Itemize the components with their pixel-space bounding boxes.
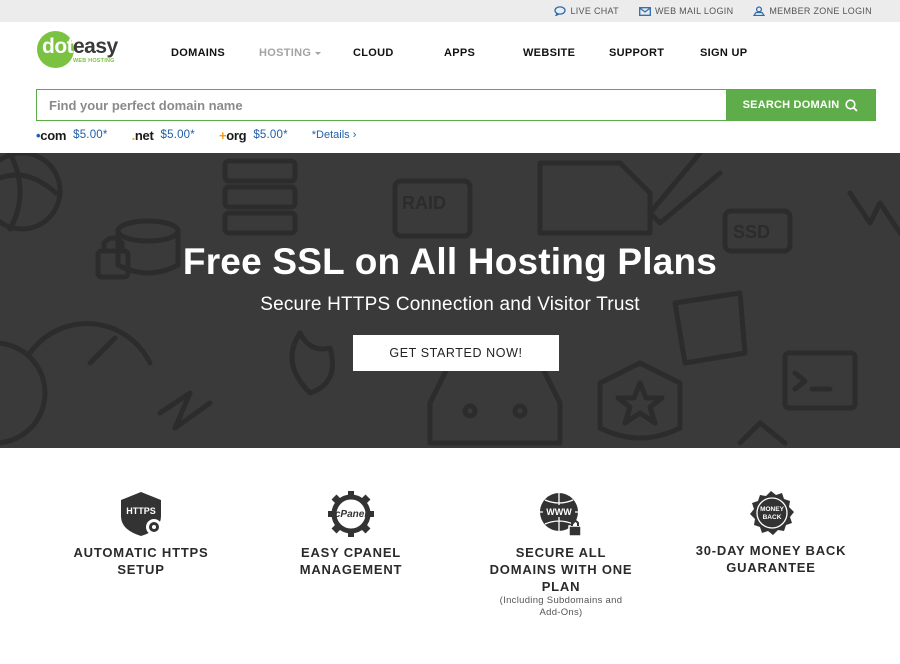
tld-org-name: +org — [219, 127, 247, 143]
feature-title-line: EASY CPANEL — [300, 545, 402, 560]
pricing-details-link[interactable]: *Details › — [312, 129, 357, 141]
money-back-badge-icon: MONEY BACK — [750, 491, 794, 535]
nav-cloud[interactable]: CLOUD — [353, 47, 394, 59]
user-icon — [753, 6, 766, 16]
https-shield-icon: HTTPS — [121, 492, 162, 536]
feature-note-line: (Including Subdomains and — [499, 595, 623, 606]
tld-com-label: com — [40, 127, 67, 143]
feature-money-back-title: 30-DAY MONEY BACK GUARANTEE — [686, 542, 856, 576]
feature-title-line: SECURE ALL — [515, 545, 607, 560]
domain-search-input[interactable] — [37, 90, 726, 120]
svg-text:SSD: SSD — [733, 222, 770, 242]
cpanel-gear-icon: cPanel — [328, 491, 374, 537]
nav-support[interactable]: SUPPORT — [609, 47, 664, 59]
feature-money-back: MONEY BACK 30-DAY MONEY BACK GUARANTEE — [686, 490, 856, 576]
tld-org-label: org — [226, 127, 247, 143]
feature-secure-all-domains-title: SECURE ALL DOMAINS WITH ONE PLAN — [481, 544, 641, 595]
hero-title: Free SSL on All Hosting Plans — [182, 241, 718, 282]
cpanel-badge-text: cPanel — [335, 509, 367, 520]
tld-net-label: net — [134, 127, 154, 143]
features-section: HTTPS AUTOMATIC HTTPS SETUP cPanel EASY … — [0, 448, 900, 664]
nav-hosting-label: HOSTING — [259, 47, 312, 59]
search-domain-label: SEARCH DOMAIN — [742, 99, 840, 111]
chat-icon — [554, 6, 567, 16]
nav-apps[interactable]: APPS — [444, 47, 475, 59]
feature-title-line: AUTOMATIC HTTPS — [73, 545, 209, 560]
nav-sign-up[interactable]: SIGN UP — [700, 47, 747, 59]
tld-price-list: •com $5.00* .net $5.00* +org $5.00* *Det… — [36, 128, 357, 143]
member-zone-login-link[interactable]: MEMBER ZONE LOGIN — [753, 6, 872, 16]
web-mail-login-label: WEB MAIL LOGIN — [654, 6, 734, 16]
feature-note-line: Add-Ons) — [539, 607, 583, 618]
back-badge-text: BACK — [763, 514, 782, 521]
hero-banner: RAID SSD Free SSL on All Hosting Plans S… — [0, 153, 900, 448]
feature-title-line: GUARANTEE — [726, 560, 816, 575]
www-globe-lock-icon: WWW — [540, 493, 582, 537]
tld-com-price: $5.00* — [73, 129, 108, 141]
tld-net-price: $5.00* — [160, 129, 195, 141]
search-icon — [845, 98, 858, 112]
live-chat-link[interactable]: LIVE CHAT — [554, 6, 619, 16]
tld-net[interactable]: .net $5.00* — [132, 128, 195, 143]
domain-search-bar: SEARCH DOMAIN — [36, 89, 876, 121]
money-badge-text: MONEY — [760, 506, 785, 513]
https-badge-text: HTTPS — [126, 506, 156, 516]
web-mail-login-link[interactable]: WEB MAIL LOGIN — [639, 6, 733, 16]
feature-title-line: PLAN — [541, 579, 581, 594]
top-utility-bar: LIVE CHAT WEB MAIL LOGIN MEMBER ZONE LOG… — [0, 0, 900, 22]
feature-title-line: 30-DAY MONEY BACK — [695, 543, 847, 558]
live-chat-label: LIVE CHAT — [570, 6, 619, 16]
feature-secure-all-domains-note: (Including Subdomains and Add-Ons) — [481, 595, 641, 619]
tld-com-name: •com — [36, 128, 66, 143]
feature-automatic-https: HTTPS AUTOMATIC HTTPS SETUP — [61, 490, 221, 578]
feature-title-line: SETUP — [117, 562, 165, 577]
www-badge-text: WWW — [546, 507, 572, 517]
tld-com[interactable]: •com $5.00* — [36, 128, 108, 143]
member-zone-login-label: MEMBER ZONE LOGIN — [769, 6, 872, 16]
nav-website[interactable]: WEBSITE — [523, 47, 575, 59]
main-nav: DOMAINS HOSTING CLOUD APPS WEBSITE SUPPO… — [0, 47, 900, 61]
tld-net-name: .net — [132, 128, 154, 143]
svg-text:RAID: RAID — [402, 193, 446, 213]
tld-org-price: $5.00* — [253, 129, 288, 141]
feature-title-line: MANAGEMENT — [299, 562, 403, 577]
feature-easy-cpanel: cPanel EASY CPANEL MANAGEMENT — [271, 490, 431, 578]
feature-automatic-https-title: AUTOMATIC HTTPS SETUP — [61, 544, 221, 578]
get-started-button[interactable]: GET STARTED NOW! — [353, 335, 559, 371]
nav-hosting[interactable]: HOSTING — [259, 47, 322, 59]
feature-easy-cpanel-title: EASY CPANEL MANAGEMENT — [271, 544, 431, 578]
tld-org[interactable]: +org $5.00* — [219, 128, 288, 143]
hero-subtitle: Secure HTTPS Connection and Visitor Trus… — [260, 294, 640, 315]
utility-links: LIVE CHAT WEB MAIL LOGIN MEMBER ZONE LOG… — [554, 0, 872, 22]
search-domain-button[interactable]: SEARCH DOMAIN — [726, 90, 875, 120]
feature-secure-all-domains: WWW SECURE ALL DOMAINS WITH ONE PLAN (In… — [481, 490, 641, 619]
feature-title-line: DOMAINS WITH ONE — [489, 562, 633, 577]
chevron-down-icon — [315, 51, 322, 55]
nav-domains[interactable]: DOMAINS — [171, 47, 225, 59]
mail-icon — [639, 6, 651, 16]
